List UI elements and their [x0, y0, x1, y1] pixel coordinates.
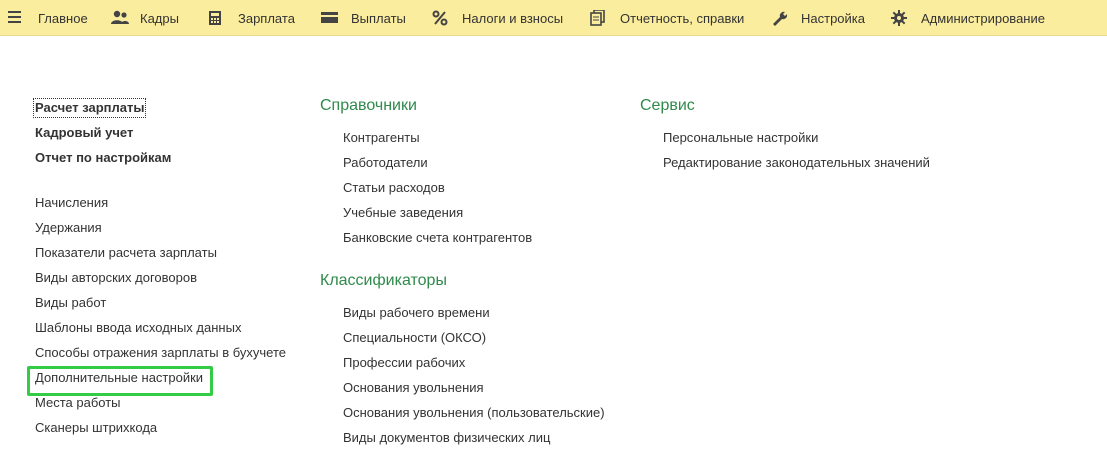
- link-work-types[interactable]: Виды работ: [35, 295, 106, 311]
- menu-item-salary[interactable]: Зарплата: [208, 0, 295, 36]
- section-title-service: Сервис: [640, 97, 695, 114]
- link-counterparties[interactable]: Контрагенты: [343, 130, 420, 146]
- link-specialties-okso[interactable]: Специальности (ОКСО): [343, 330, 486, 346]
- link-counterparty-bank-accounts[interactable]: Банковские счета контрагентов: [343, 230, 532, 246]
- link-workplaces[interactable]: Места работы: [35, 395, 121, 411]
- top-menu-bar: Главное Кадры Зарплата Выплаты Налоги и …: [0, 0, 1107, 36]
- menu-item-label: Администрирование: [921, 10, 1045, 26]
- menu-item-label: Кадры: [140, 10, 179, 26]
- percent-icon: [432, 10, 450, 26]
- section-title-classifiers: Классификаторы: [320, 272, 447, 289]
- menu-item-settings[interactable]: Настройка: [771, 0, 865, 36]
- calculator-icon: [208, 10, 226, 26]
- link-dismissal-grounds-custom[interactable]: Основания увольнения (пользовательские): [343, 405, 605, 421]
- link-payroll-calc[interactable]: Расчет зарплаты: [32, 98, 147, 118]
- section-title-directories: Справочники: [320, 97, 417, 114]
- link-settings-report[interactable]: Отчет по настройкам: [35, 150, 171, 166]
- link-deductions[interactable]: Удержания: [35, 220, 102, 236]
- link-dismissal-grounds[interactable]: Основания увольнения: [343, 380, 484, 396]
- payments-card-icon: [321, 10, 339, 26]
- link-expense-items[interactable]: Статьи расходов: [343, 180, 445, 196]
- link-worker-professions[interactable]: Профессии рабочих: [343, 355, 465, 371]
- link-salary-accounting-methods[interactable]: Способы отражения зарплаты в бухучете: [35, 345, 286, 361]
- wrench-icon: [771, 10, 789, 26]
- hamburger-icon: [8, 10, 26, 26]
- menu-item-label: Отчетность, справки: [620, 10, 745, 26]
- reports-icon: [590, 10, 608, 26]
- menu-item-staff[interactable]: Кадры: [110, 0, 179, 36]
- link-barcode-scanners[interactable]: Сканеры штрихкода: [35, 420, 157, 436]
- link-work-time-types[interactable]: Виды рабочего времени: [343, 305, 490, 321]
- menu-item-label: Главное: [38, 10, 88, 26]
- link-payroll-indicators[interactable]: Показатели расчета зарплаты: [35, 245, 217, 261]
- menu-item-payments[interactable]: Выплаты: [321, 0, 406, 36]
- link-employers[interactable]: Работодатели: [343, 155, 428, 171]
- link-author-contract-types[interactable]: Виды авторских договоров: [35, 270, 197, 286]
- menu-item-label: Зарплата: [238, 10, 295, 26]
- link-person-document-types[interactable]: Виды документов физических лиц: [343, 430, 550, 446]
- highlight-frame: [27, 366, 213, 396]
- menu-item-administration[interactable]: Администрирование: [891, 0, 1045, 36]
- link-personal-settings[interactable]: Персональные настройки: [663, 130, 818, 146]
- link-hr-accounting[interactable]: Кадровый учет: [35, 125, 133, 141]
- menu-item-label: Выплаты: [351, 10, 406, 26]
- menu-item-label: Настройка: [801, 10, 865, 26]
- link-input-templates[interactable]: Шаблоны ввода исходных данных: [35, 320, 241, 336]
- link-educational-institutions[interactable]: Учебные заведения: [343, 205, 463, 221]
- gear-icon: [891, 10, 909, 26]
- menu-item-reports[interactable]: Отчетность, справки: [590, 0, 744, 36]
- menu-item-main[interactable]: Главное: [8, 0, 88, 36]
- link-accruals[interactable]: Начисления: [35, 195, 108, 211]
- people-icon: [110, 10, 129, 26]
- menu-item-label: Налоги и взносы: [462, 10, 564, 26]
- link-edit-legislative-values[interactable]: Редактирование законодательных значений: [663, 155, 930, 171]
- menu-item-taxes[interactable]: Налоги и взносы: [432, 0, 563, 36]
